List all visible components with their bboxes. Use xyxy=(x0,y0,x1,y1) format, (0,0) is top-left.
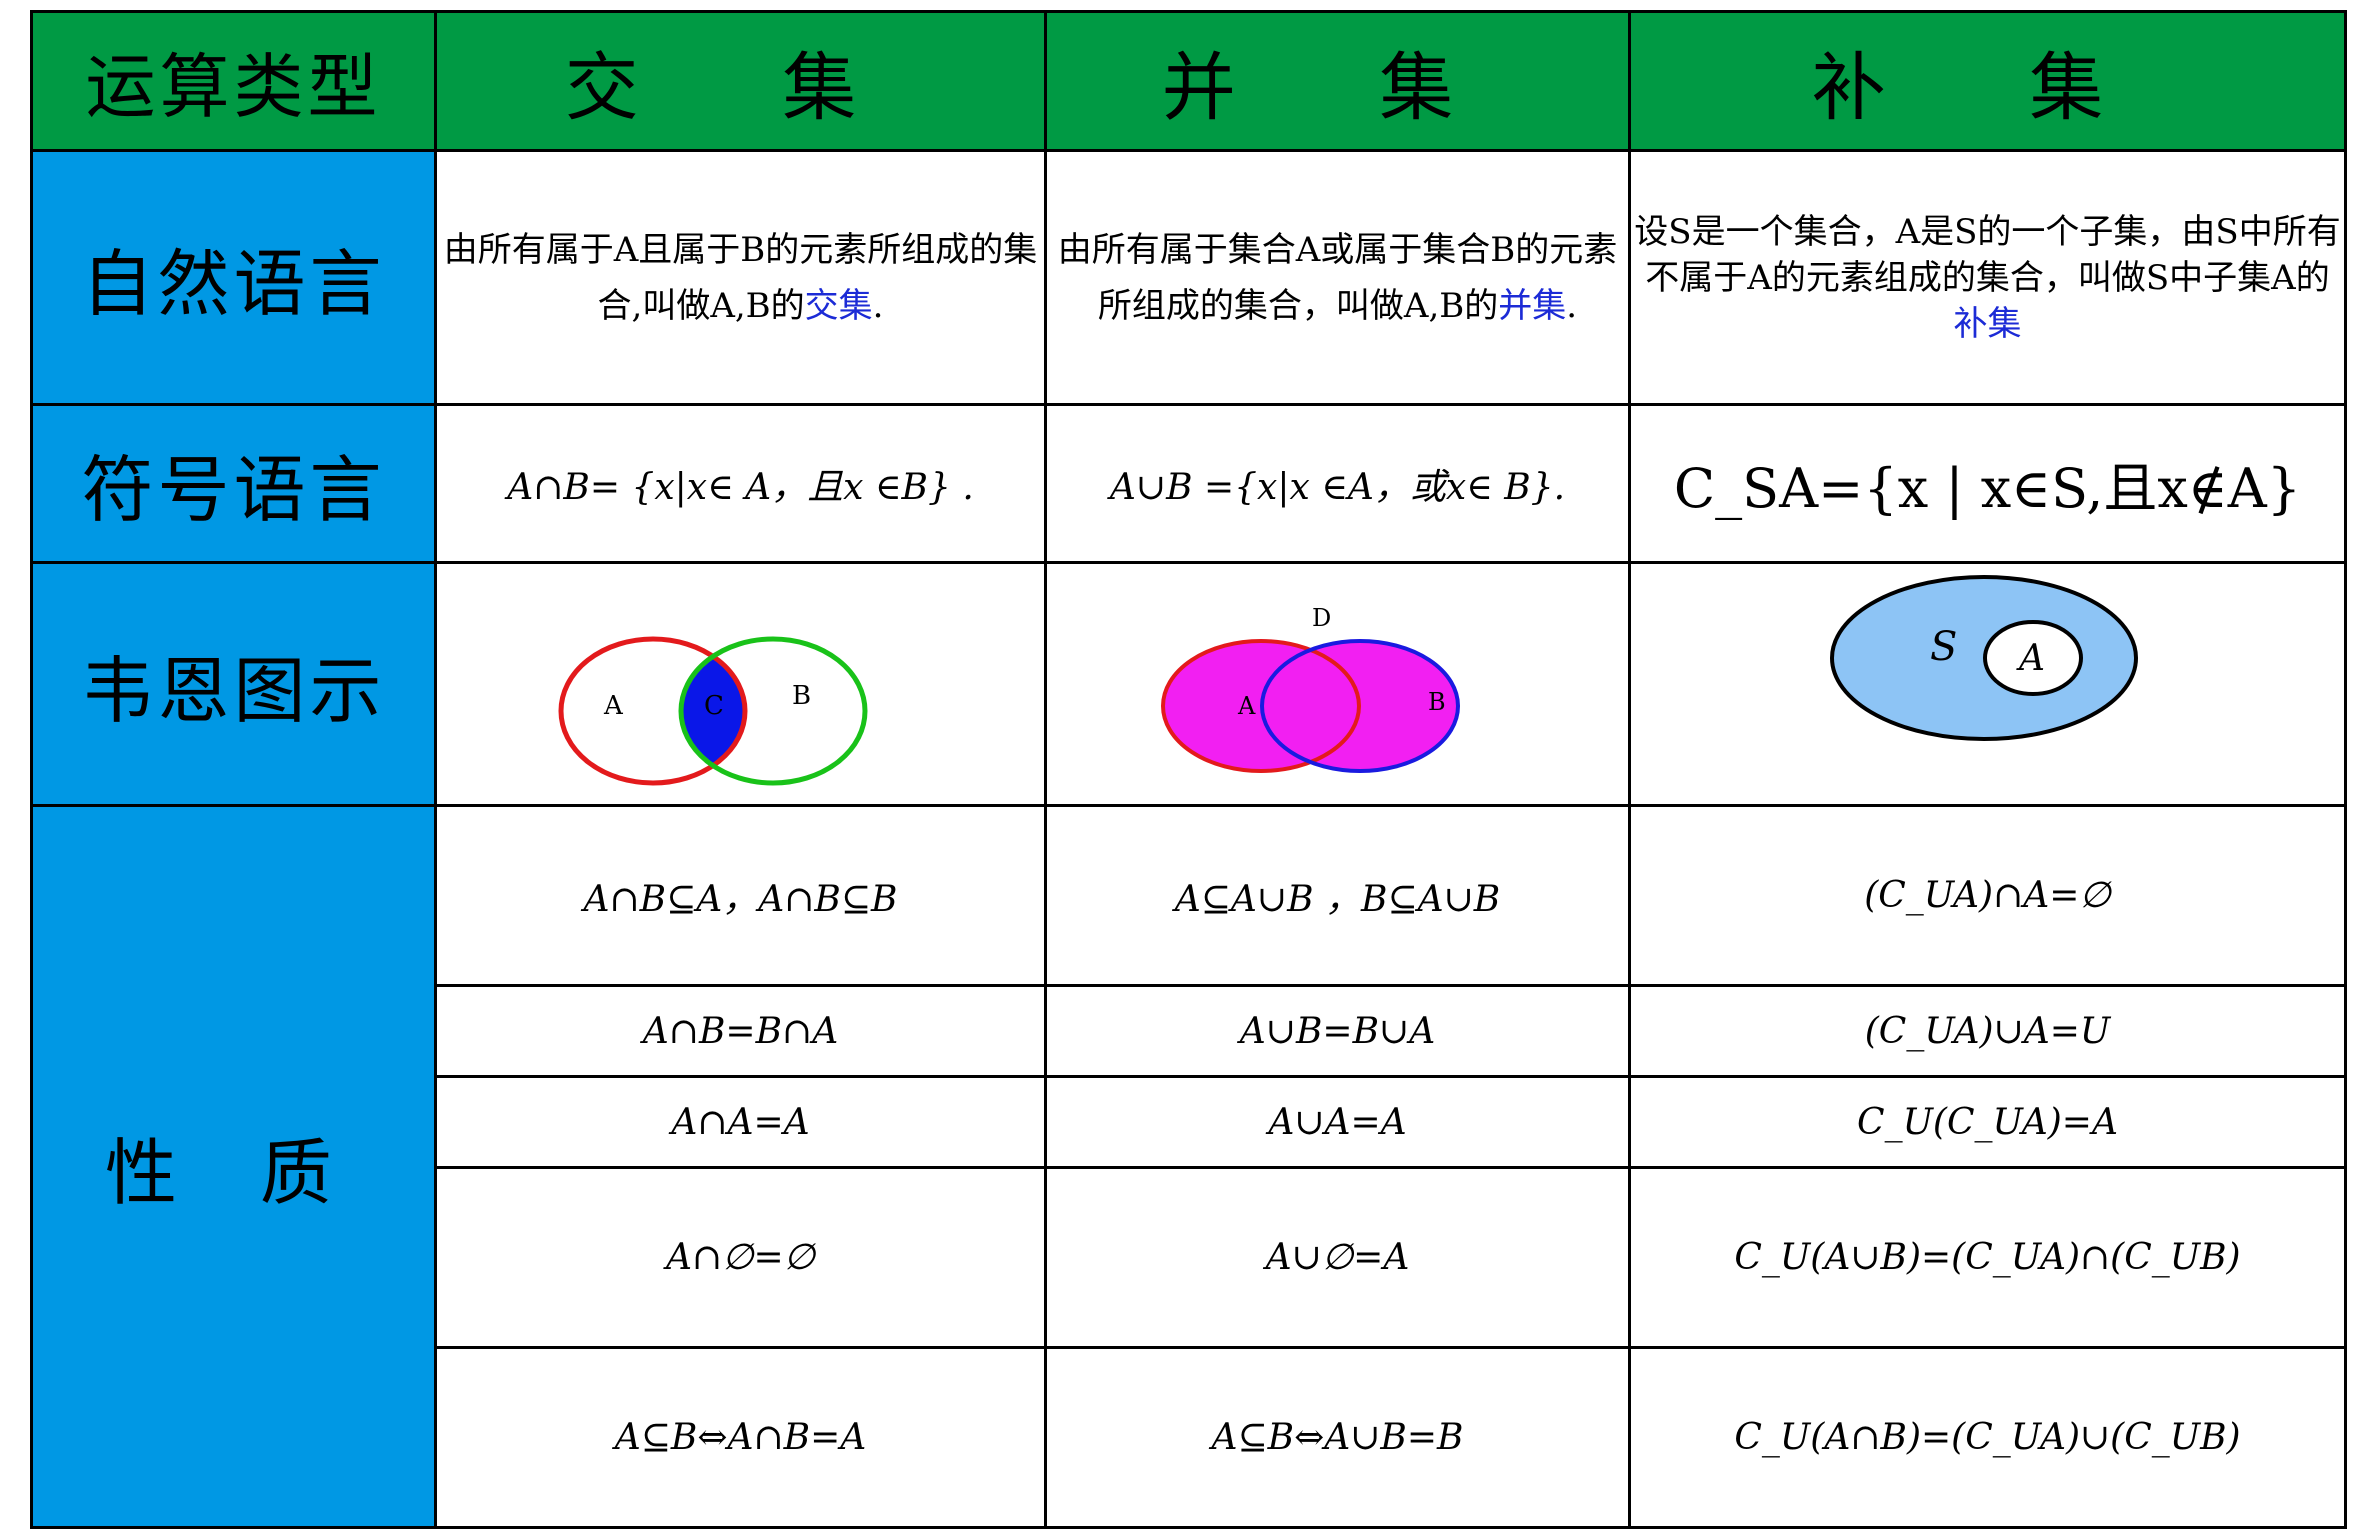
venn-intersection: A C B xyxy=(558,636,867,786)
symbol-intersection: A∩B= {x|x∈ A，且x ∈B} . xyxy=(434,403,1047,564)
property-union: A∪B=B∪A xyxy=(1044,984,1631,1078)
row-label-symbol-language: 符号语言 xyxy=(30,403,437,564)
header-operation-type: 运算类型 xyxy=(30,10,437,152)
property-intersection: A∩A=A xyxy=(434,1075,1047,1169)
property-complement: C_U(A∪B)=(C_UA)∩(C_UB) xyxy=(1628,1166,2347,1349)
venn-union-label-d: D xyxy=(1312,604,1331,632)
row-label-properties: 性 质 xyxy=(30,804,437,1529)
property-complement: (C_UA)∪A=U xyxy=(1628,984,2347,1078)
natural-intersection-end: . xyxy=(872,285,884,326)
natural-union-term: 并集 xyxy=(1498,285,1567,326)
venn-label-s: S xyxy=(1930,624,1957,670)
natural-intersection: 由所有属于A且属于B的元素所组成的集合,叫做A,B的交集. xyxy=(434,149,1047,406)
header-row: 运算类型 交 集 并 集 补 集 xyxy=(30,10,2347,152)
natural-union: 由所有属于集合A或属于集合B的元素所组成的集合，叫做A,B的并集. xyxy=(1044,149,1631,406)
venn-diagram-row: 韦恩图示 A C B A B D S A xyxy=(30,561,2347,807)
property-intersection: A⊆B⇔A∩B=A xyxy=(434,1346,1047,1529)
venn-label-b: B xyxy=(792,681,811,711)
venn-union-label-a: A xyxy=(1237,692,1256,720)
header-complement: 补 集 xyxy=(1628,10,2347,152)
venn-intersection-cell: A C B xyxy=(434,561,1047,807)
symbol-language-row: 符号语言 A∩B= {x|x∈ A，且x ∈B} . A∪B ={x|x ∈A，… xyxy=(30,403,2347,564)
row-label-natural-language: 自然语言 xyxy=(30,149,437,406)
natural-intersection-text: 由所有属于A且属于B的元素所组成的集合,叫做A,B的 xyxy=(443,229,1038,326)
symbol-union: A∪B ={x|x ∈A，或x∈ B}. xyxy=(1044,403,1631,564)
natural-complement-text: 设S是一个集合，A是S的一个子集，由S中所有不属于A的元素组成的集合，叫做S中子… xyxy=(1634,211,2341,298)
property-intersection: A∩B⊆A，A∩B⊆B xyxy=(434,804,1047,987)
property-intersection: A∩B=B∩A xyxy=(434,984,1047,1078)
natural-complement: 设S是一个集合，A是S的一个子集，由S中所有不属于A的元素组成的集合，叫做S中子… xyxy=(1628,149,2347,406)
venn-union-cell: A B D xyxy=(1044,561,1631,807)
venn-complement-cell: S A xyxy=(1628,561,2347,807)
venn-label-c: C xyxy=(704,691,724,721)
venn-label-a: A xyxy=(603,691,624,721)
symbol-complement: C_SA={x | x∈S,且x∉A} xyxy=(1628,403,2347,564)
venn-label-subset-a: A xyxy=(2016,638,2045,679)
row-label-venn-diagram: 韦恩图示 xyxy=(30,561,437,807)
property-union: A∪A=A xyxy=(1044,1075,1631,1169)
property-complement: (C_UA)∩A=∅ xyxy=(1628,804,2347,987)
property-union: A∪∅=A xyxy=(1044,1166,1631,1349)
property-complement: C_U(A∩B)=(C_UA)∪(C_UB) xyxy=(1628,1346,2347,1529)
natural-intersection-term: 交集 xyxy=(804,285,873,326)
property-complement: C_U(C_UA)=A xyxy=(1628,1075,2347,1169)
property-intersection: A∩∅=∅ xyxy=(434,1166,1047,1349)
header-intersection: 交 集 xyxy=(434,10,1047,152)
header-union: 并 集 xyxy=(1044,10,1631,152)
venn-union-label-b: B xyxy=(1428,688,1446,716)
natural-language-row: 自然语言 由所有属于A且属于B的元素所组成的集合,叫做A,B的交集. 由所有属于… xyxy=(30,149,2347,406)
property-row: 性 质 A∩B⊆A，A∩B⊆B A⊆A∪B ，B⊆A∪B (C_UA)∩A=∅ xyxy=(30,804,2347,1529)
natural-complement-term: 补集 xyxy=(1953,303,2022,344)
set-operations-table: 运算类型 交 集 并 集 补 集 自然语言 由所有属于A且属于B的元素所组成的集… xyxy=(30,10,2347,1529)
venn-complement: S A xyxy=(1829,575,2138,741)
property-union: A⊆B⇔A∪B=B xyxy=(1044,1346,1631,1529)
natural-union-end: . xyxy=(1566,285,1578,326)
venn-union: A B D xyxy=(1160,604,1460,773)
property-union: A⊆A∪B ，B⊆A∪B xyxy=(1044,804,1631,987)
